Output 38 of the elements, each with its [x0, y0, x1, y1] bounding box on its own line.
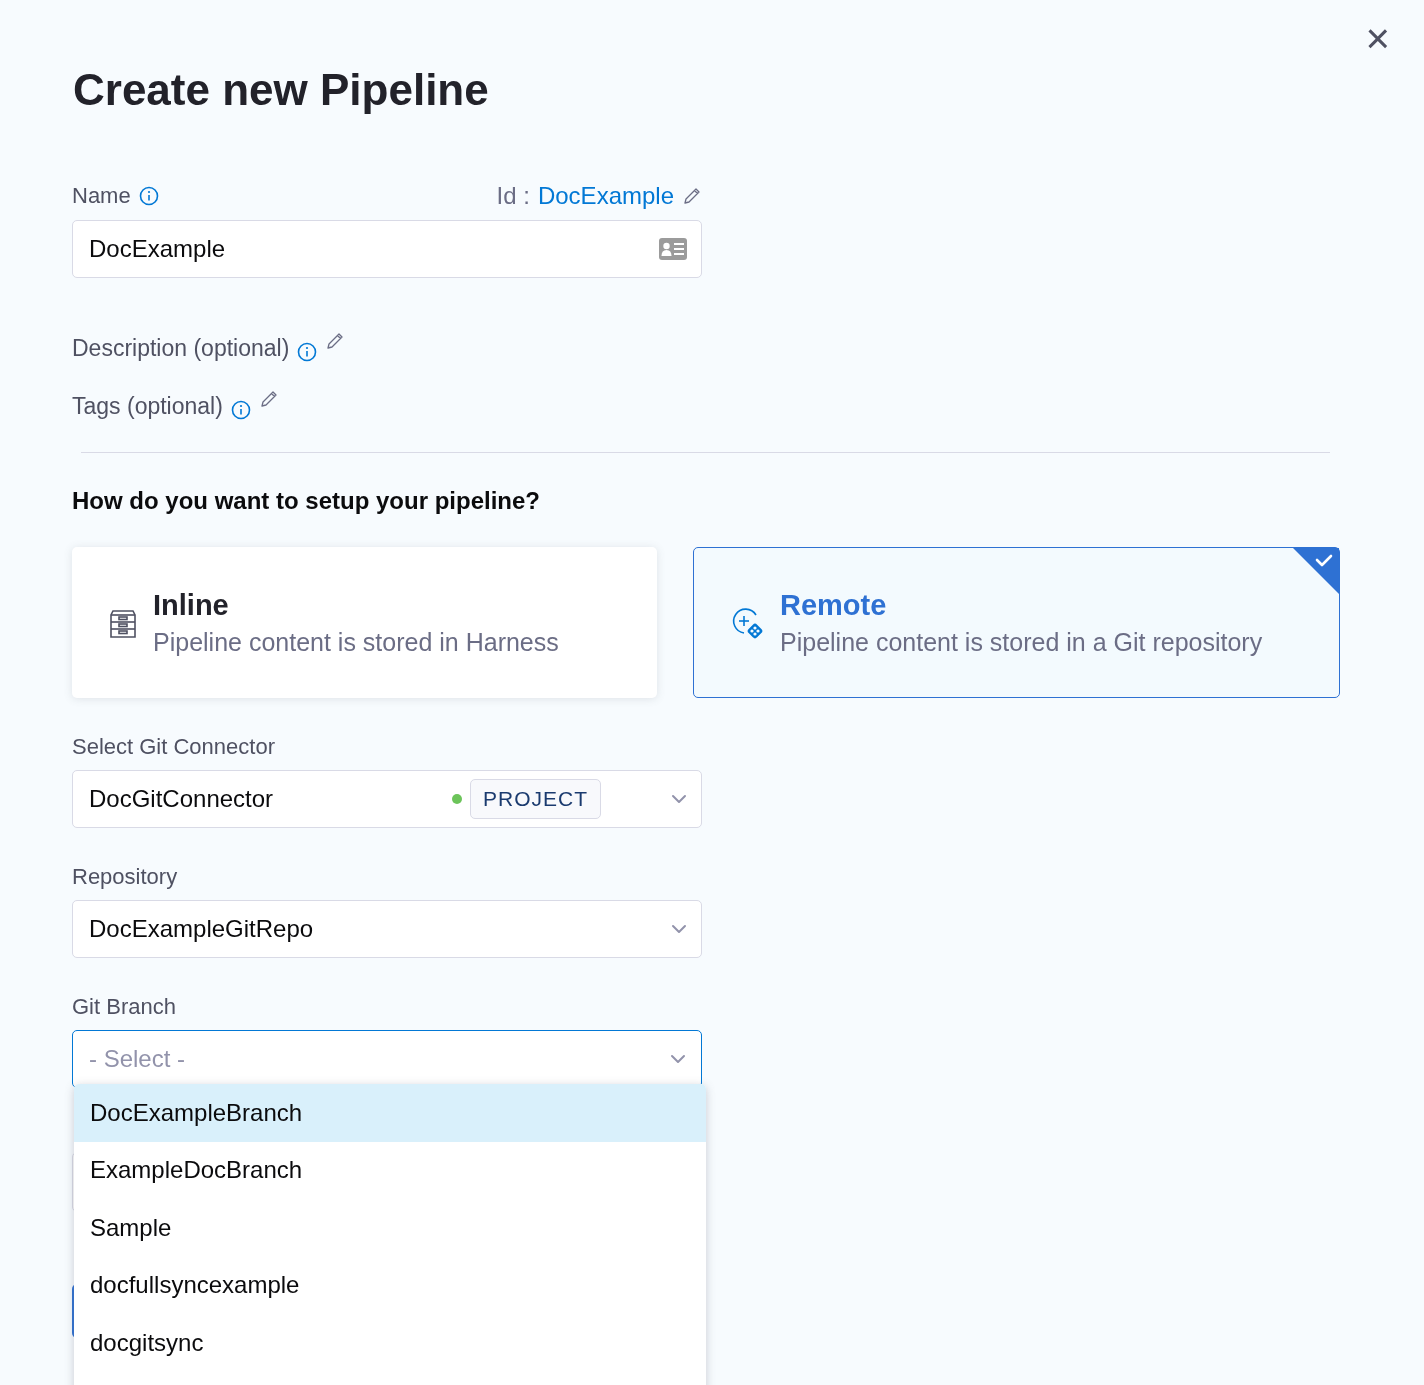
info-icon: [138, 186, 159, 206]
info-icon: [230, 400, 251, 420]
chevron-down-icon: [671, 924, 687, 934]
id-value: DocExample: [537, 182, 674, 210]
field-label: Name: [72, 183, 131, 209]
check-icon: [1293, 548, 1339, 594]
info-icon: [297, 342, 318, 362]
id-card-icon: [659, 238, 687, 260]
edit-icon: [682, 186, 702, 206]
id-label: Id :: [496, 182, 530, 210]
name-field[interactable]: DocExample: [72, 220, 702, 278]
repository-select[interactable]: DocExampleGitRepo: [72, 900, 702, 958]
connector-select[interactable]: DocGitConnector PROJECT: [72, 770, 702, 828]
field-label: Git Branch: [72, 994, 177, 1020]
field-label: Select Git Connector: [72, 734, 276, 760]
option-description: Pipeline content is stored in a Git repository: [780, 627, 1263, 657]
field-label: Description (optional): [72, 334, 290, 362]
edit-icon[interactable]: [258, 389, 279, 409]
dropdown-option[interactable]: ExampleDocBranch: [74, 1141, 706, 1199]
option-title: Inline: [153, 588, 230, 622]
dropdown-option[interactable]: Sample: [74, 1199, 706, 1257]
field-label: Tags (optional): [72, 392, 223, 420]
scope-tag: PROJECT: [470, 779, 601, 819]
section-heading: How do you want to setup your pipeline?: [72, 487, 541, 515]
option-card[interactable]: Inline Pipeline content is stored in Harness: [72, 547, 657, 698]
branch-select[interactable]: - Select -: [72, 1030, 702, 1088]
option-title: Remote: [780, 588, 888, 622]
dropdown-option[interactable]: docfullsyncexample: [74, 1256, 706, 1314]
dropdown-option[interactable]: docgitsync: [74, 1314, 706, 1372]
field-label: Repository: [72, 864, 179, 890]
chevron-down-icon: [670, 1054, 686, 1064]
add-circle-icon: [730, 605, 764, 640]
dialog-title: Create new Pipeline: [73, 64, 490, 116]
option-description: Pipeline content is stored in Harness: [153, 627, 559, 657]
option-card[interactable]: Remote Pipeline content is stored in a Git repository: [693, 547, 1340, 698]
close-button[interactable]: ×: [1361, 18, 1394, 60]
chevron-down-icon: [671, 794, 687, 804]
dropdown-option[interactable]: DocExampleBranch: [74, 1084, 706, 1142]
